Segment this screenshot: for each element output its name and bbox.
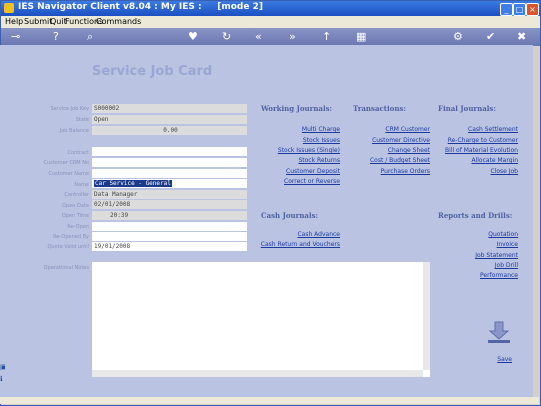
minimize-icon[interactable]: _	[500, 3, 513, 16]
link-cash-return-and-vouchers[interactable]: Cash Return and Vouchers	[260, 241, 340, 248]
save-button[interactable]: Save	[470, 356, 512, 363]
open-time-field[interactable]: 20:39	[92, 211, 247, 220]
name-field[interactable]: Car Service - General	[92, 179, 247, 188]
window-title: IES Navigator Client v8.04 : My IES : [m…	[18, 2, 263, 12]
link-re-charge-to-customer[interactable]: Re-Charge to Customer	[430, 137, 518, 144]
label-service-job-key: Service Job Key	[50, 106, 89, 112]
link-job-statement[interactable]: Job Statement	[430, 252, 518, 259]
label-contract: Contract	[67, 150, 89, 156]
working-journals-heading: Working Journals:	[261, 104, 333, 113]
menu-submit[interactable]: Submit	[24, 17, 52, 26]
save-icon[interactable]	[486, 320, 512, 344]
label-customer-name: Customer Name	[48, 171, 89, 177]
link-close-job[interactable]: Close Job	[430, 168, 518, 175]
link-stock-returns[interactable]: Stock Returns	[260, 157, 340, 164]
label-job-balance: Job Balance	[59, 128, 89, 134]
label-quote-valid-until: Quote Valid until	[47, 244, 89, 250]
label-open-time: Open Time	[61, 213, 89, 219]
cancel-icon[interactable]: ✖	[517, 30, 526, 44]
back-icon[interactable]: «	[255, 30, 262, 44]
job-balance-field[interactable]: 0.00	[92, 126, 247, 135]
link-purchase-orders[interactable]: Purchase Orders	[350, 168, 430, 175]
link-job-drill[interactable]: Job Drill	[430, 262, 518, 269]
link-cash-advance[interactable]: Cash Advance	[260, 231, 340, 238]
grid-icon[interactable]: ▦	[356, 30, 366, 44]
link-stock-issues-single[interactable]: Stock Issues (Single)	[260, 147, 340, 154]
app-logo-icon	[4, 3, 14, 13]
page-title: Service Job Card	[92, 64, 213, 79]
re-opened-by-field[interactable]	[92, 232, 247, 241]
notes-vertical-scrollbar[interactable]	[423, 262, 430, 370]
toolbar: ⊸ ? ⌕ ♥ ↻ « » ↑ ▦ ⚙ ✔ ✖	[1, 28, 540, 46]
link-performance[interactable]: Performance	[430, 272, 518, 279]
link-customer-directive[interactable]: Customer Directive	[350, 137, 430, 144]
operational-notes-textarea[interactable]	[92, 262, 430, 377]
label-open-date: Open Date	[62, 203, 89, 209]
status-bar	[0, 397, 539, 404]
link-quotation[interactable]: Quotation	[430, 231, 518, 238]
label-state: State	[75, 117, 89, 123]
label-re-open: Re-Open	[67, 224, 89, 230]
label-controller: Controller	[64, 192, 89, 198]
contract-field[interactable]	[92, 147, 247, 156]
label-customer-crm-no: Customer CRM No	[43, 160, 89, 166]
label-name: Name	[74, 182, 89, 188]
service-job-key-field[interactable]: S000002	[92, 104, 247, 113]
state-field[interactable]: Open	[92, 115, 247, 124]
name-value: Car Service - General	[94, 180, 172, 187]
title-bar: IES Navigator Client v8.04 : My IES : [m…	[1, 1, 540, 16]
transactions-heading: Transactions:	[353, 104, 406, 113]
customer-crm-field[interactable]	[92, 158, 247, 167]
link-multi-charge[interactable]: Multi Charge	[260, 126, 340, 133]
notes-horizontal-scrollbar[interactable]	[92, 370, 423, 377]
customer-name-field[interactable]	[92, 169, 247, 178]
link-bill-of-material-evolution[interactable]: Bill of Material Evolution	[430, 147, 518, 154]
link-cost-budget-sheet[interactable]: Cost / Budget Sheet	[350, 157, 430, 164]
link-change-sheet[interactable]: Change Sheet	[350, 147, 430, 154]
label-re-opened-by: Re-Opened By	[53, 234, 89, 240]
maximize-icon[interactable]: □	[513, 3, 526, 16]
link-allocate-margin[interactable]: Allocate Margin	[430, 157, 518, 164]
up-icon[interactable]: ↑	[322, 30, 331, 44]
final-journals-heading: Final Journals:	[438, 104, 496, 113]
link-invoice[interactable]: Invoice	[430, 241, 518, 248]
link-cash-settlement[interactable]: Cash Settlement	[430, 126, 518, 133]
reports-and-drills-heading: Reports and Drills:	[438, 211, 513, 220]
link-crm-customer[interactable]: CRM Customer	[350, 126, 430, 133]
re-open-field[interactable]	[92, 222, 247, 231]
link-stock-issues[interactable]: Stock Issues	[260, 137, 340, 144]
settings-icon[interactable]: ⚙	[453, 30, 463, 44]
help-icon[interactable]: ?	[53, 30, 59, 44]
cash-journals-heading: Cash Journals:	[261, 211, 319, 220]
refresh-icon[interactable]: ↻	[222, 30, 231, 44]
close-icon[interactable]: ×	[526, 3, 539, 16]
check-icon[interactable]: ✔	[486, 30, 495, 44]
info-icon[interactable]: ℹ	[0, 375, 3, 383]
link-correct-or-reverse[interactable]: Correct or Reverse	[260, 178, 340, 185]
controller-field[interactable]: Data Manager	[92, 190, 247, 199]
forward-icon[interactable]: »	[289, 30, 296, 44]
link-customer-deposit[interactable]: Customer Deposit	[260, 168, 340, 175]
search-icon[interactable]: ⌕	[87, 30, 93, 44]
quote-valid-until-field[interactable]: 19/01/2008	[92, 242, 247, 251]
menu-commands[interactable]: Commands	[96, 17, 141, 26]
heart-icon[interactable]: ♥	[188, 30, 198, 44]
menu-help[interactable]: Help	[5, 17, 23, 26]
key-icon[interactable]: ⊸	[11, 30, 20, 44]
menu-bar: Help Submit Quit Functions Commands	[1, 16, 540, 28]
label-operational-notes: Operational Notes	[43, 265, 89, 271]
open-date-field[interactable]: 02/01/2008	[92, 200, 247, 209]
